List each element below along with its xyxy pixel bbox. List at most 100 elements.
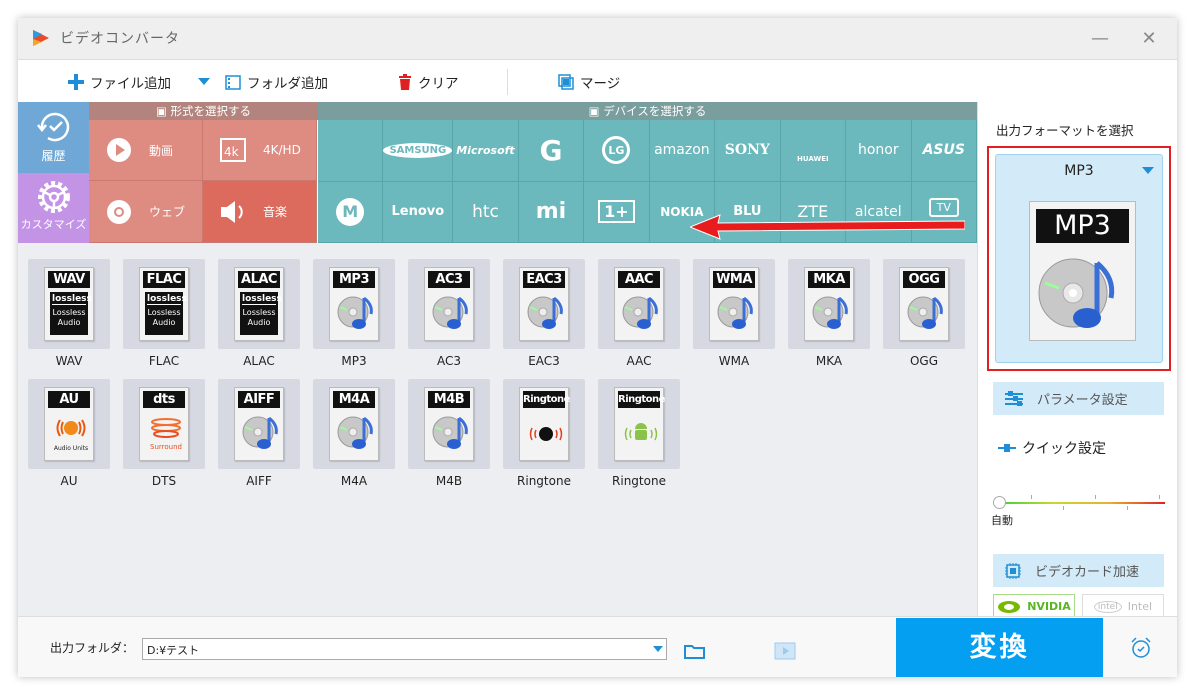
device-htc[interactable]: htc: [453, 181, 519, 243]
audio-format-mka[interactable]: MKA MKA: [788, 259, 870, 368]
device-asus[interactable]: ASUS: [911, 120, 977, 182]
device-samsung[interactable]: SAMSUNG: [383, 120, 454, 182]
quality-slider[interactable]: 自動: [991, 494, 1165, 527]
trash-icon: [399, 74, 411, 90]
video-folder-icon[interactable]: [774, 642, 796, 660]
format-tile[interactable]: WMA: [693, 259, 775, 349]
merge-button[interactable]: マージ: [558, 71, 620, 93]
format-tile[interactable]: EAC3: [503, 259, 585, 349]
brand-label: htc: [472, 201, 499, 222]
bottom-bar: 出力フォルダ： D:¥テスト 変換: [18, 616, 1177, 677]
format-tile[interactable]: FLAC lossless Lossless Audio: [123, 259, 205, 349]
app-logo-icon: [33, 30, 49, 46]
format-file-icon: EAC3: [519, 267, 569, 341]
format-file-icon: M4A: [329, 387, 379, 461]
device-huawei[interactable]: HUAWEI: [780, 120, 847, 182]
close-button[interactable]: ✕: [1134, 26, 1164, 52]
format-tile[interactable]: AAC: [598, 259, 680, 349]
android-ringtone-icon: [624, 423, 658, 441]
device-lg[interactable]: LG: [584, 120, 650, 182]
minimize-button[interactable]: —: [1085, 26, 1115, 52]
format-tile[interactable]: M4B: [408, 379, 490, 469]
open-folder-icon[interactable]: [684, 643, 706, 659]
audio-format-aac[interactable]: AAC AAC: [598, 259, 680, 368]
add-file-dropdown[interactable]: [198, 71, 210, 93]
device-honor[interactable]: honor: [846, 120, 912, 182]
format-tile-web[interactable]: ウェブ: [89, 181, 203, 243]
output-folder-dropdown[interactable]: [653, 646, 663, 652]
format-tile[interactable]: dts Surround: [123, 379, 205, 469]
device-microsoft[interactable]: Microsoft: [453, 120, 519, 182]
format-tile[interactable]: MKA: [788, 259, 870, 349]
format-file-icon: dts Surround: [139, 387, 189, 461]
alarm-clock-icon[interactable]: [1129, 636, 1153, 660]
audio-format-mp3[interactable]: MP3 MP3: [313, 259, 395, 368]
format-tile[interactable]: MP3: [313, 259, 395, 349]
format-badge: EAC3: [523, 271, 565, 288]
audio-format-ringtone[interactable]: Ringtone Ringtone: [503, 379, 585, 488]
format-label: AC3: [436, 354, 461, 368]
format-label: Ringtone: [517, 474, 571, 488]
add-folder-button[interactable]: フォルダ追加: [225, 71, 328, 93]
device-google[interactable]: G: [518, 120, 585, 182]
output-folder-input[interactable]: D:¥テスト: [142, 638, 667, 660]
dts-surround-icon: Surround: [150, 418, 182, 451]
device-xiaomi[interactable]: mi: [518, 181, 585, 243]
device-motorola[interactable]: M: [318, 181, 384, 243]
format-tile[interactable]: AU Audio Units: [28, 379, 110, 469]
format-tile-label: 4K/HD: [263, 143, 301, 157]
device-oneplus[interactable]: 1+: [584, 181, 650, 243]
format-tile[interactable]: AIFF: [218, 379, 300, 469]
audio-format-ac3[interactable]: AC3 AC3: [408, 259, 490, 368]
slider-knob[interactable]: [993, 496, 1006, 509]
audio-format-dts[interactable]: dts Surround DTS: [123, 379, 205, 488]
lossless-badge: lossless Lossless Audio: [240, 292, 282, 335]
device-lenovo[interactable]: Lenovo: [383, 181, 454, 243]
output-format-selector[interactable]: MP3 MP3: [995, 154, 1163, 363]
audio-format-eac3[interactable]: EAC3 EAC3: [503, 259, 585, 368]
format-file-icon: AC3: [424, 267, 474, 341]
audio-format-flac[interactable]: FLAC lossless Lossless Audio FLAC: [123, 259, 205, 368]
format-tile[interactable]: AC3: [408, 259, 490, 349]
format-tile-4k[interactable]: 4k 4K/HD: [203, 120, 317, 181]
format-tile[interactable]: WAV lossless Lossless Audio: [28, 259, 110, 349]
history-tab[interactable]: 履歴: [18, 102, 89, 173]
customize-tab[interactable]: カスタマイズ: [18, 173, 89, 243]
format-badge: Ringtone: [618, 391, 665, 408]
device-sony[interactable]: SONY: [715, 120, 781, 182]
audio-format-wma[interactable]: WMA WMA: [693, 259, 775, 368]
audio-format-m4b[interactable]: M4B M4B: [408, 379, 490, 488]
brand-label: HUAWEI: [797, 155, 829, 164]
device-header-label: デバイスを選択する: [603, 104, 707, 118]
format-file-icon: AU Audio Units: [44, 387, 94, 461]
gpu-acceleration-button[interactable]: ビデオカード加速: [993, 554, 1164, 587]
clear-button[interactable]: クリア: [398, 71, 459, 93]
format-tile[interactable]: OGG: [883, 259, 965, 349]
format-tile-video[interactable]: 動画: [89, 120, 203, 181]
audio-format-ringtone[interactable]: Ringtone Ringtone: [598, 379, 680, 488]
format-tile[interactable]: Ringtone: [503, 379, 585, 469]
device-amazon[interactable]: amazon: [649, 120, 716, 182]
disc-note-icon: [812, 296, 848, 329]
format-badge: WMA: [713, 271, 755, 288]
audio-format-alac[interactable]: ALAC lossless Lossless Audio ALAC: [218, 259, 300, 368]
format-tile[interactable]: M4A: [313, 379, 395, 469]
device-apple[interactable]: [318, 120, 384, 182]
format-tile[interactable]: ALAC lossless Lossless Audio: [218, 259, 300, 349]
format-tile-music[interactable]: 音楽: [203, 181, 317, 243]
format-tile[interactable]: Ringtone: [598, 379, 680, 469]
format-tile-label: ウェブ: [149, 205, 186, 219]
audio-format-ogg[interactable]: OGG OGG: [883, 259, 965, 368]
format-badge: dts: [143, 391, 185, 408]
audio-format-au[interactable]: AU Audio Units AU: [28, 379, 110, 488]
add-file-button[interactable]: ファイル追加: [68, 71, 171, 93]
lg-logo-icon: LG: [602, 136, 631, 165]
parameter-settings-button[interactable]: パラメータ設定: [993, 382, 1164, 415]
audio-format-aiff[interactable]: AIFF AIFF: [218, 379, 300, 488]
intel-logo-icon: intel: [1093, 600, 1122, 613]
convert-button[interactable]: 変換: [896, 618, 1103, 677]
slider-tick: [1031, 495, 1032, 499]
brand-label: Microsoft: [456, 143, 515, 157]
audio-format-wav[interactable]: WAV lossless Lossless Audio WAV: [28, 259, 110, 368]
audio-format-m4a[interactable]: M4A M4A: [313, 379, 395, 488]
